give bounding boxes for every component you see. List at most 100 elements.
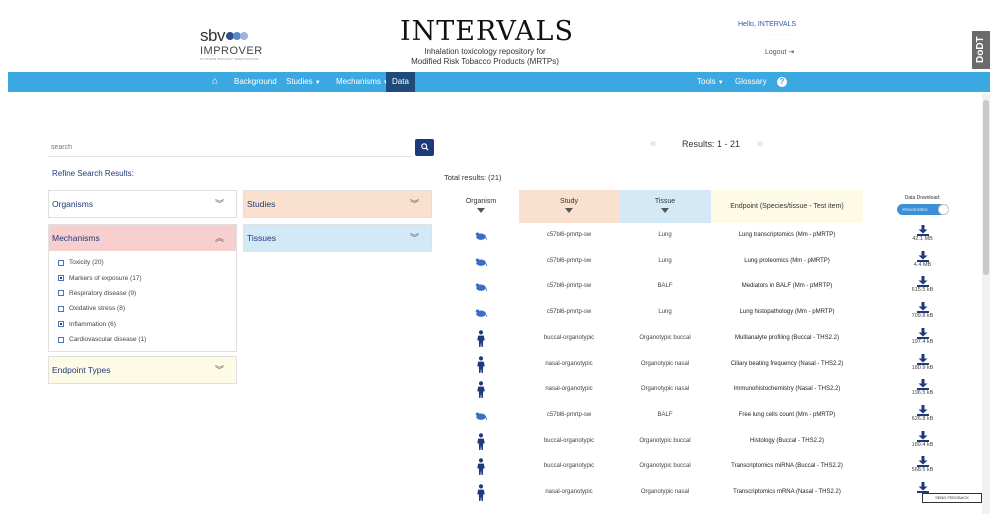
cell-download[interactable]: 615.5 kB	[863, 274, 982, 300]
nav-help[interactable]: ?	[772, 72, 792, 92]
column-header-tissue[interactable]: Tissue	[619, 190, 711, 223]
cell-download[interactable]: 626.8 kB	[863, 403, 982, 429]
cell-download[interactable]: 189.4 kB	[863, 429, 982, 455]
facet-mechanisms-header[interactable]: Mechanisms ︽	[49, 225, 236, 251]
cell-download[interactable]: 4.4 MB	[863, 249, 982, 275]
mouse-icon	[475, 232, 488, 241]
cell-download[interactable]: 568.5 kB	[863, 454, 982, 480]
page-scrollbar[interactable]	[982, 94, 990, 514]
nav-glossary[interactable]: Glossary	[730, 72, 772, 92]
download-icon	[916, 404, 929, 416]
table-row[interactable]: c57bl6-pmrtp-sw BALF Free lung cells count…	[443, 403, 982, 429]
pager-prev-button[interactable]: «	[650, 138, 656, 150]
cell-endpoint[interactable]: Transcriptomics mRNA (Nasal - THS2.2)	[711, 480, 863, 506]
checkbox[interactable]	[58, 305, 64, 312]
cell-endpoint[interactable]: Lung transcriptomics (Mm - pMRTP)	[711, 223, 863, 249]
refine-results-label: Refine Search Results:	[52, 169, 134, 178]
mechanism-option-oxidative-stress[interactable]: Oxidative stress (8)	[58, 301, 236, 316]
intervals-brand[interactable]: INTERVALS Inhalation toxicology reposito…	[400, 17, 573, 67]
download-icon	[916, 225, 929, 236]
nav-background[interactable]: Background	[229, 72, 282, 92]
download-icon	[916, 482, 929, 493]
logout-link[interactable]: Logout ⇥	[765, 48, 794, 56]
table-row[interactable]: buccal-organotypic Organotypic buccal Hist…	[443, 429, 982, 455]
mechanism-option-toxicity[interactable]: Toxicity (20)	[58, 255, 236, 270]
pager-next-button[interactable]: »	[757, 138, 763, 150]
facet-endpoint-types-header[interactable]: Endpoint Types ︾	[49, 357, 236, 383]
chevron-down-icon: ▼	[314, 80, 321, 86]
table-row[interactable]: c57bl6-pmrtp-sw BALF Mediators in BALF (Mm…	[443, 274, 982, 300]
facet-tissues-header[interactable]: Tissues ︾	[244, 225, 431, 251]
checkbox[interactable]	[58, 290, 64, 297]
nav-studies[interactable]: Studies ▼	[281, 72, 326, 92]
chevron-double-up-icon: ︽	[214, 233, 224, 243]
send-feedback-button[interactable]: SEND FEEDBACK	[922, 493, 982, 503]
column-header-study[interactable]: Study	[519, 190, 619, 223]
sbv-tagline: SYSTEMS BIOLOGY VERIFICATION	[200, 57, 259, 61]
scrollbar-thumb[interactable]	[983, 100, 989, 275]
search-button[interactable]	[415, 139, 434, 156]
table-row[interactable]: nasal-organotypic Organotypic nasal Ciliar…	[443, 352, 982, 378]
cell-study: c57bl6-pmrtp-sw	[546, 283, 592, 290]
table-row[interactable]: c57bl6-pmrtp-sw Lung Lung histopathology (…	[443, 300, 982, 326]
nav-data[interactable]: Data	[386, 72, 415, 92]
cell-tissue: Organotypic buccal	[639, 437, 691, 444]
user-greeting[interactable]: Hello, INTERVALS	[738, 21, 796, 28]
column-header-organism[interactable]: Organism	[443, 190, 519, 223]
toggle-knob[interactable]	[937, 204, 949, 215]
ddt-badge[interactable]: DoDT	[972, 31, 990, 69]
nav-tools[interactable]: Tools ▼	[692, 72, 729, 92]
cell-endpoint[interactable]: Histology (Buccal - THS2.2)	[711, 429, 863, 455]
mechanism-option-cardiovascular-disease[interactable]: Cardiovascular disease (1)	[58, 332, 236, 347]
cell-endpoint[interactable]: Lung proteomics (Mm - pMRTP)	[711, 249, 863, 275]
sort-down-icon[interactable]	[661, 208, 669, 213]
checkbox[interactable]	[58, 259, 64, 266]
nav-data-label: Data	[392, 77, 409, 86]
cell-endpoint[interactable]: Free lung cells count (Mm - pMRTP)	[711, 403, 863, 429]
cell-download[interactable]: 196.5 kB	[863, 377, 982, 403]
table-row[interactable]: buccal-organotypic Organotypic buccal Tran…	[443, 454, 982, 480]
checkbox[interactable]	[58, 336, 64, 343]
cell-download[interactable]: 709.8 kB	[863, 300, 982, 326]
processed-toggle[interactable]: PROCESSED	[896, 204, 949, 215]
mechanism-option-markers-of-exposure[interactable]: Markers of exposure (17)	[58, 270, 236, 285]
checkbox[interactable]	[58, 275, 64, 282]
mouse-icon	[475, 412, 488, 421]
home-icon[interactable]: ⌂	[207, 72, 223, 92]
cell-tissue: BALF	[657, 411, 673, 418]
download-size: 197.4 kB	[911, 338, 934, 345]
table-row[interactable]: nasal-organotypic Organotypic nasal Transc…	[443, 480, 982, 506]
table-row[interactable]: c57bl6-pmrtp-sw Lung Lung proteomics (Mm -…	[443, 249, 982, 275]
cell-endpoint[interactable]: Lung histopathology (Mm - pMRTP)	[711, 300, 863, 326]
cell-endpoint[interactable]: Immunohistochemistry (Nasal - THS2.2)	[711, 377, 863, 403]
human-icon	[477, 432, 485, 450]
cell-endpoint[interactable]: Ciliary beating frequency (Nasal - THS2.…	[711, 352, 863, 378]
search-input[interactable]	[48, 139, 412, 157]
facet-organisms-header[interactable]: Organisms ︾	[49, 191, 236, 217]
cell-download[interactable]: 42.1 MB	[863, 223, 982, 249]
sbv-improver-logo[interactable]: sbv IMPROVER SYSTEMS BIOLOGY VERIFICATIO…	[200, 26, 263, 61]
cell-download[interactable]: 180.9 kB	[863, 352, 982, 378]
site-subtitle-line1: Inhalation toxicology repository for	[424, 47, 546, 56]
mouse-icon	[475, 283, 488, 292]
facet-studies-header[interactable]: Studies ︾	[244, 191, 431, 217]
option-label: Respiratory disease (9)	[69, 289, 137, 297]
nav-mechanisms[interactable]: Mechanisms▼	[331, 72, 394, 92]
cell-endpoint[interactable]: Transcriptomics miRNA (Buccal - THS2.2)	[711, 454, 863, 480]
chevron-double-down-icon: ︾	[214, 199, 224, 209]
cell-download[interactable]: 197.4 kB	[863, 326, 982, 352]
mechanism-option-respiratory-disease[interactable]: Respiratory disease (9)	[58, 286, 236, 301]
cell-endpoint[interactable]: Multianalyte profiling (Buccal - THS2.2)	[711, 326, 863, 352]
sort-down-icon[interactable]	[477, 208, 485, 213]
mechanism-option-inflammation[interactable]: Inflammation (6)	[58, 317, 236, 332]
download-size: 568.5 kB	[911, 467, 934, 474]
facet-tissues: Tissues ︾	[243, 224, 432, 252]
table-row[interactable]: c57bl6-pmrtp-sw Lung Lung transcriptomics …	[443, 223, 982, 249]
sort-down-icon[interactable]	[565, 208, 573, 213]
checkbox[interactable]	[58, 321, 64, 328]
cell-organism	[443, 480, 519, 506]
table-row[interactable]: nasal-organotypic Organotypic nasal Immuno…	[443, 377, 982, 403]
cell-study: nasal-organotypic	[545, 360, 593, 367]
table-row[interactable]: buccal-organotypic Organotypic buccal Mult…	[443, 326, 982, 352]
cell-endpoint[interactable]: Mediators in BALF (Mm - pMRTP)	[711, 274, 863, 300]
